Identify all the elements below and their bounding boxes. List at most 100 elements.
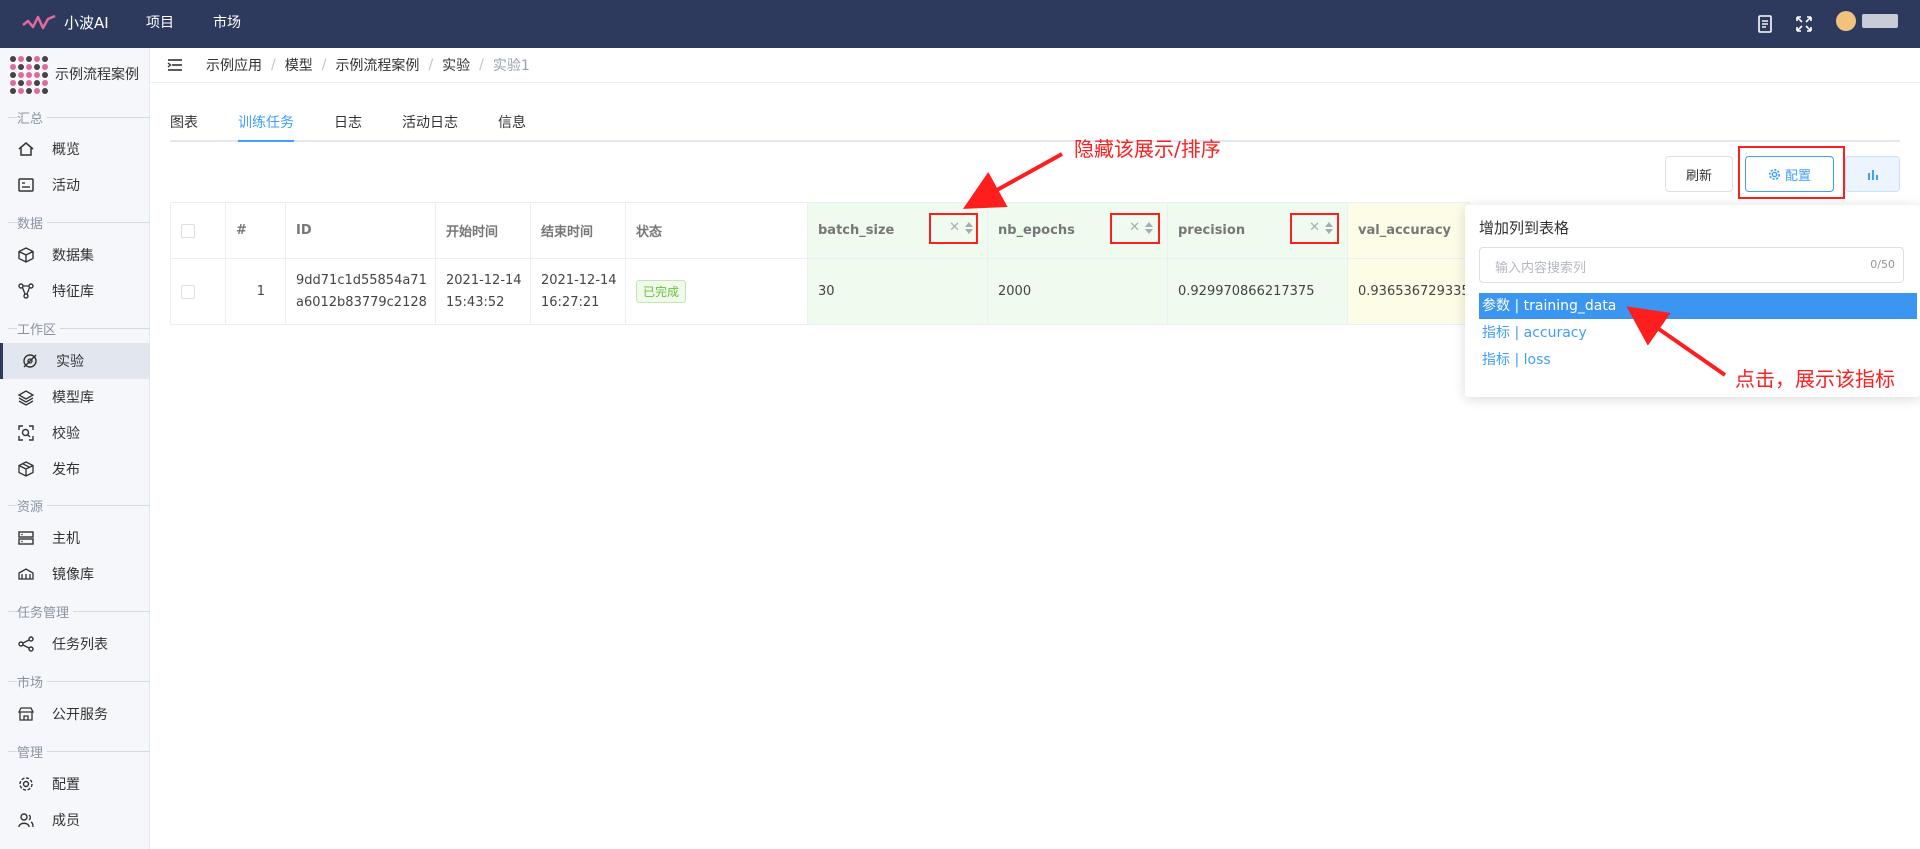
store-icon	[17, 707, 35, 721]
chart-button[interactable]	[1845, 156, 1900, 192]
tab-training-tasks[interactable]: 训练任务	[238, 112, 294, 132]
group-resources: 资源	[0, 496, 150, 515]
sidebar-item-validation[interactable]: 校验	[0, 415, 150, 451]
breadcrumb-bar: 示例应用 / 模型 / 示例流程案例 / 实验 / 实验1	[150, 48, 1920, 83]
top-bar: 小波AI 项目 市场	[0, 0, 1920, 48]
column-search-input[interactable]: 输入内容搜索列 0/50	[1479, 247, 1904, 283]
fullscreen-icon[interactable]	[1793, 13, 1815, 35]
annotation-hide-sort-highlight	[929, 213, 978, 244]
table-header-select	[171, 203, 226, 259]
sidebar-item-publish[interactable]: 发布	[0, 451, 150, 487]
user-name-blurred[interactable]	[1862, 14, 1898, 28]
group-admin: 管理	[0, 742, 150, 761]
annotation-hide-sort-text: 隐藏该展示/排序	[1074, 137, 1221, 161]
annotation-hide-sort-highlight	[1290, 213, 1339, 244]
sidebar-item-settings[interactable]: 配置	[0, 766, 150, 802]
sidebar-item-image-registry[interactable]: 镜像库	[0, 556, 150, 592]
table-cell-id[interactable]: 9dd71c1d55854a71 a6012b83779c2128	[286, 259, 436, 324]
container-icon	[18, 568, 34, 580]
package-icon	[18, 461, 34, 477]
annotation-click-text: 点击，展示该指标	[1735, 367, 1895, 391]
sidebar-item-overview[interactable]: 概览	[0, 131, 150, 167]
bar-chart-icon	[1867, 170, 1878, 180]
table-cell-end-time: 2021-12-14 16:27:21	[531, 259, 626, 324]
sidebar-item-model-registry[interactable]: 模型库	[0, 379, 150, 415]
sidebar-item-feature-store[interactable]: 特征库	[0, 273, 150, 309]
tab-activity-logs[interactable]: 活动日志	[402, 112, 458, 132]
table-header-status: 状态	[626, 203, 808, 259]
sidebar-item-experiment[interactable]: 实验	[0, 343, 150, 379]
breadcrumb-item[interactable]: 示例应用	[206, 55, 262, 75]
arrow-to-column-controls	[963, 152, 1063, 209]
column-option-accuracy[interactable]: 指标 | accuracy	[1479, 320, 1917, 346]
tab-bar: 图表 训练任务 日志 活动日志 信息	[170, 103, 1900, 142]
project-logo-icon	[8, 54, 48, 94]
experiment-icon	[23, 354, 37, 368]
home-icon	[18, 142, 34, 156]
select-all-checkbox[interactable]	[181, 223, 195, 238]
table-header-end-time: 结束时间	[531, 203, 626, 259]
breadcrumb-item[interactable]: 示例流程案例	[335, 55, 419, 75]
tab-info[interactable]: 信息	[498, 112, 526, 132]
annotation-hide-sort-highlight	[1110, 213, 1160, 244]
table-cell-index: 1	[226, 259, 286, 324]
network-icon	[18, 283, 34, 299]
breadcrumb: 示例应用 / 模型 / 示例流程案例 / 实验 / 实验1	[206, 55, 530, 75]
table-row-select	[171, 259, 226, 324]
table-cell-precision: 0.929970866217375	[1168, 259, 1348, 324]
group-workspace: 工作区	[0, 319, 150, 338]
users-icon	[18, 813, 34, 828]
share-icon	[18, 636, 34, 652]
group-summary: 汇总	[0, 108, 150, 127]
cube-icon	[18, 247, 34, 263]
project-name: 示例流程案例	[55, 67, 139, 83]
search-placeholder: 输入内容搜索列	[1495, 261, 1587, 276]
sidebar-item-members[interactable]: 成员	[0, 802, 150, 838]
activity-icon	[18, 178, 34, 192]
layers-icon	[17, 390, 35, 406]
status-badge: 已完成	[636, 280, 687, 303]
group-tasks: 任务管理	[0, 602, 150, 621]
menu-collapse-icon[interactable]	[166, 56, 184, 74]
breadcrumb-current: 实验1	[492, 58, 530, 74]
tab-logs[interactable]: 日志	[334, 112, 362, 132]
table-header-start-time: 开始时间	[436, 203, 531, 259]
breadcrumb-item[interactable]: 模型	[285, 55, 313, 75]
scan-icon	[18, 425, 34, 441]
sidebar-item-datasets[interactable]: 数据集	[0, 237, 150, 273]
row-checkbox[interactable]	[181, 284, 195, 299]
avatar[interactable]	[1836, 11, 1856, 31]
app-name: 小波AI	[64, 14, 109, 32]
tab-charts[interactable]: 图表	[170, 112, 198, 132]
popover-title: 增加列到表格	[1479, 219, 1570, 237]
wave-logo-icon	[22, 14, 56, 29]
table-cell-nb-epochs: 2000	[988, 259, 1168, 324]
tab-active-indicator	[238, 140, 294, 142]
topnav-market[interactable]: 市场	[213, 0, 241, 48]
sidebar: 示例流程案例 汇总 概览 活动 数据 数据集 特征库 工作区 实验 模型库 校验…	[0, 48, 150, 849]
refresh-button[interactable]: 刷新	[1665, 156, 1733, 192]
annotation-config-highlight	[1738, 146, 1845, 199]
group-data: 数据	[0, 213, 150, 232]
table-cell-status: 已完成	[626, 259, 808, 324]
table-cell-start-time: 2021-12-14 15:43:52	[436, 259, 531, 324]
project-header[interactable]: 示例流程案例	[8, 54, 139, 94]
gear-icon	[19, 777, 33, 791]
sidebar-item-hosts[interactable]: 主机	[0, 520, 150, 556]
table-cell-batch-size: 30	[808, 259, 988, 324]
table-cell-val-accuracy: 0.9365367293357	[1348, 259, 1471, 324]
training-tasks-table: # ID 开始时间 结束时间 状态 batch_size ✕ nb_epochs…	[170, 202, 1471, 325]
server-icon	[18, 531, 34, 545]
search-count: 0/50	[1870, 258, 1895, 271]
column-option-training-data[interactable]: 参数 | training_data	[1479, 293, 1917, 319]
breadcrumb-item[interactable]: 实验	[442, 55, 470, 75]
group-market: 市场	[0, 672, 150, 691]
sidebar-item-task-list[interactable]: 任务列表	[0, 626, 150, 662]
table-header-val-accuracy: val_accuracy	[1348, 203, 1471, 259]
table-header-index: #	[226, 203, 286, 259]
document-icon[interactable]	[1754, 13, 1776, 35]
sidebar-item-activity[interactable]: 活动	[0, 167, 150, 203]
app-logo[interactable]: 小波AI	[22, 12, 109, 33]
topnav-projects[interactable]: 项目	[146, 0, 174, 48]
sidebar-item-public-services[interactable]: 公开服务	[0, 696, 150, 732]
